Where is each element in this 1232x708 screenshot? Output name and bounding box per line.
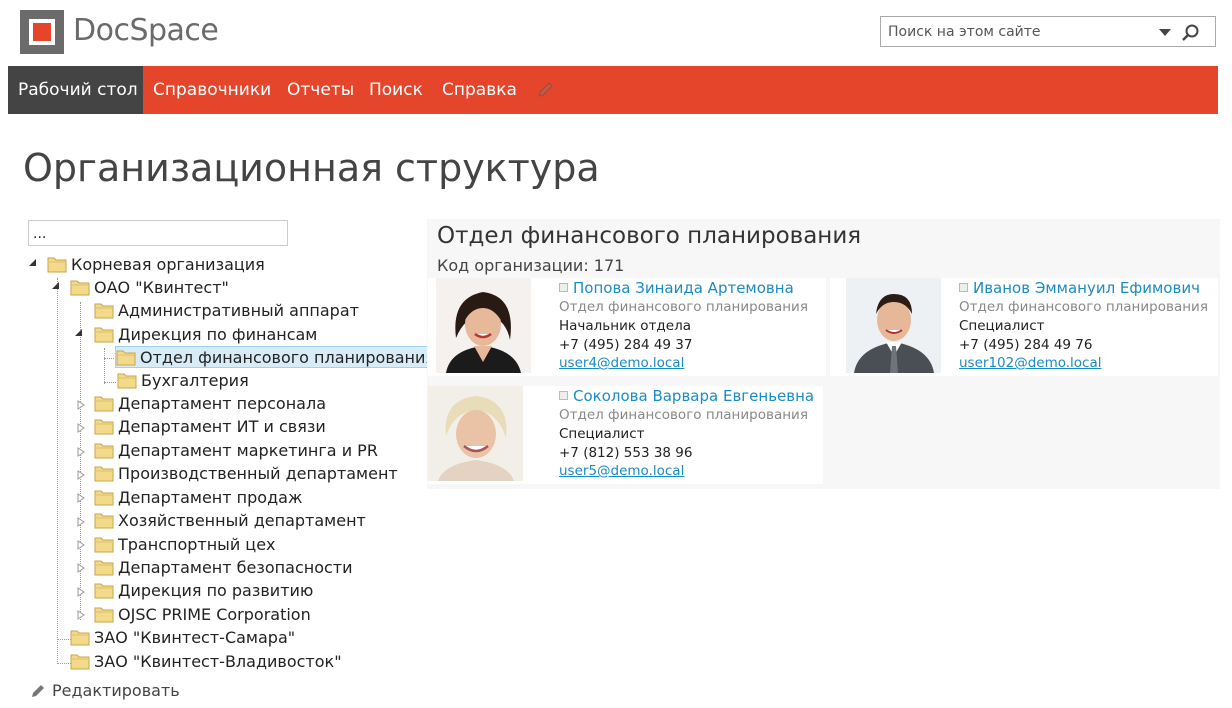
department-title: Отдел финансового планирования <box>437 223 862 249</box>
tree-node[interactable]: Транспортный цех <box>94 534 276 556</box>
org-code: Код организации: 171 <box>437 256 625 275</box>
collapse-toggle-icon[interactable] <box>76 470 86 480</box>
employee-role: Специалист <box>559 426 645 442</box>
folder-icon <box>94 607 114 623</box>
tree-filter-input[interactable]: ... <box>28 220 288 246</box>
search-icon[interactable] <box>1181 23 1201 43</box>
collapse-toggle-icon[interactable] <box>76 423 86 433</box>
employee-role: Начальник отдела <box>559 318 691 334</box>
tree-node[interactable]: ЗАО "Квинтест-Самара" <box>70 627 295 649</box>
site-search <box>880 16 1216 47</box>
nav-help[interactable]: Справка <box>432 66 527 114</box>
select-checkbox[interactable] <box>959 283 968 292</box>
collapse-toggle-icon[interactable] <box>76 493 86 503</box>
employee-phone: +7 (812) 553 38 96 <box>559 445 693 461</box>
nav-reports[interactable]: Отчеты <box>277 66 364 114</box>
collapse-toggle-icon[interactable] <box>76 447 86 457</box>
employee-department: Отдел финансового планирования <box>559 407 808 423</box>
tree-node[interactable]: Производственный департамент <box>94 463 398 485</box>
tree-node[interactable]: Хозяйственный департамент <box>94 510 366 532</box>
nav-directories[interactable]: Справочники <box>143 66 281 114</box>
edit-structure-link[interactable]: Редактировать <box>30 681 180 700</box>
employee-department: Отдел финансового планирования <box>559 299 808 315</box>
employee-name-link[interactable]: Попова Зинаида Артемовна <box>573 279 794 297</box>
employee-card: Попова Зинаида Артемовна Отдел финансово… <box>428 278 826 376</box>
tree-node[interactable]: Департамент безопасности <box>94 557 353 579</box>
collapse-toggle-icon[interactable] <box>76 587 86 597</box>
folder-icon <box>47 257 67 273</box>
employee-role: Специалист <box>959 318 1045 334</box>
edit-links-icon[interactable] <box>536 80 556 100</box>
org-tree: Корневая организация ОАО "Квинтест" Адми… <box>0 250 439 680</box>
folder-icon <box>94 303 114 319</box>
collapse-toggle-icon[interactable] <box>76 563 86 573</box>
top-navigation: Рабочий стол Справочники Отчеты Поиск Сп… <box>8 66 1218 114</box>
expand-toggle-icon[interactable] <box>28 258 38 268</box>
folder-icon <box>94 327 114 343</box>
tree-node[interactable]: OJSC PRIME Corporation <box>94 604 311 626</box>
tree-node[interactable]: Департамент маркетинга и PR <box>94 440 378 462</box>
tree-node[interactable]: Дирекция по развитию <box>94 580 313 602</box>
employee-card: Соколова Варвара Евгеньевна Отдел финанс… <box>428 386 823 484</box>
brand-name[interactable]: DocSpace <box>73 13 219 48</box>
tree-node-selected[interactable]: Отдел финансового планирования <box>115 346 439 368</box>
expand-toggle-icon[interactable] <box>51 281 61 291</box>
collapse-toggle-icon[interactable] <box>76 540 86 550</box>
folder-icon <box>94 419 114 435</box>
employee-phone: +7 (495) 284 49 76 <box>959 337 1093 353</box>
tree-node[interactable]: Департамент персонала <box>94 393 326 415</box>
employee-phone: +7 (495) 284 49 37 <box>559 337 693 353</box>
pencil-icon <box>32 685 44 697</box>
tree-node[interactable]: Дирекция по финансам <box>94 324 317 346</box>
employee-card: Иванов Эммануил Ефимович Отдел финансово… <box>830 278 1218 376</box>
employee-photo[interactable] <box>436 278 531 373</box>
collapse-toggle-icon[interactable] <box>76 610 86 620</box>
expand-toggle-icon[interactable] <box>74 328 84 338</box>
header: DocSpace <box>0 0 1232 66</box>
employee-email-link[interactable]: user5@demo.local <box>559 463 684 479</box>
folder-icon <box>94 583 114 599</box>
folder-icon <box>94 466 114 482</box>
page-title: Организационная структура <box>23 146 600 190</box>
search-scope-dropdown-icon[interactable] <box>1157 24 1173 40</box>
folder-icon <box>94 443 114 459</box>
folder-icon <box>70 280 90 296</box>
tree-node[interactable]: ОАО "Квинтест" <box>70 277 229 299</box>
tree-node[interactable]: ЗАО "Квинтест-Владивосток" <box>70 651 342 673</box>
employee-email-link[interactable]: user102@demo.local <box>959 355 1102 371</box>
folder-icon <box>70 630 90 646</box>
collapse-toggle-icon[interactable] <box>76 400 86 410</box>
employee-department: Отдел финансового планирования <box>959 299 1208 315</box>
tree-node[interactable]: Департамент ИТ и связи <box>94 416 326 438</box>
employee-photo[interactable] <box>428 386 523 481</box>
tree-node[interactable]: Корневая организация <box>47 254 265 276</box>
folder-icon <box>94 513 114 529</box>
select-checkbox[interactable] <box>559 391 568 400</box>
folder-icon <box>70 654 90 670</box>
employee-photo[interactable] <box>846 278 941 373</box>
select-checkbox[interactable] <box>559 283 568 292</box>
employee-email-link[interactable]: user4@demo.local <box>559 355 684 371</box>
employee-name-link[interactable]: Иванов Эммануил Ефимович <box>973 279 1200 297</box>
tree-node[interactable]: Департамент продаж <box>94 487 302 509</box>
nav-desktop[interactable]: Рабочий стол <box>8 66 143 114</box>
nav-search[interactable]: Поиск <box>359 66 433 114</box>
folder-icon <box>94 537 114 553</box>
tree-node[interactable]: Административный аппарат <box>94 300 359 322</box>
search-input[interactable] <box>881 17 1151 46</box>
folder-icon <box>117 373 137 389</box>
docspace-logo[interactable] <box>20 10 64 54</box>
employee-name-link[interactable]: Соколова Варвара Евгеньевна <box>573 387 814 405</box>
folder-icon <box>94 490 114 506</box>
folder-icon <box>94 396 114 412</box>
tree-node[interactable]: Бухгалтерия <box>117 370 249 392</box>
folder-icon <box>94 560 114 576</box>
collapse-toggle-icon[interactable] <box>76 517 86 527</box>
folder-icon <box>116 350 136 366</box>
